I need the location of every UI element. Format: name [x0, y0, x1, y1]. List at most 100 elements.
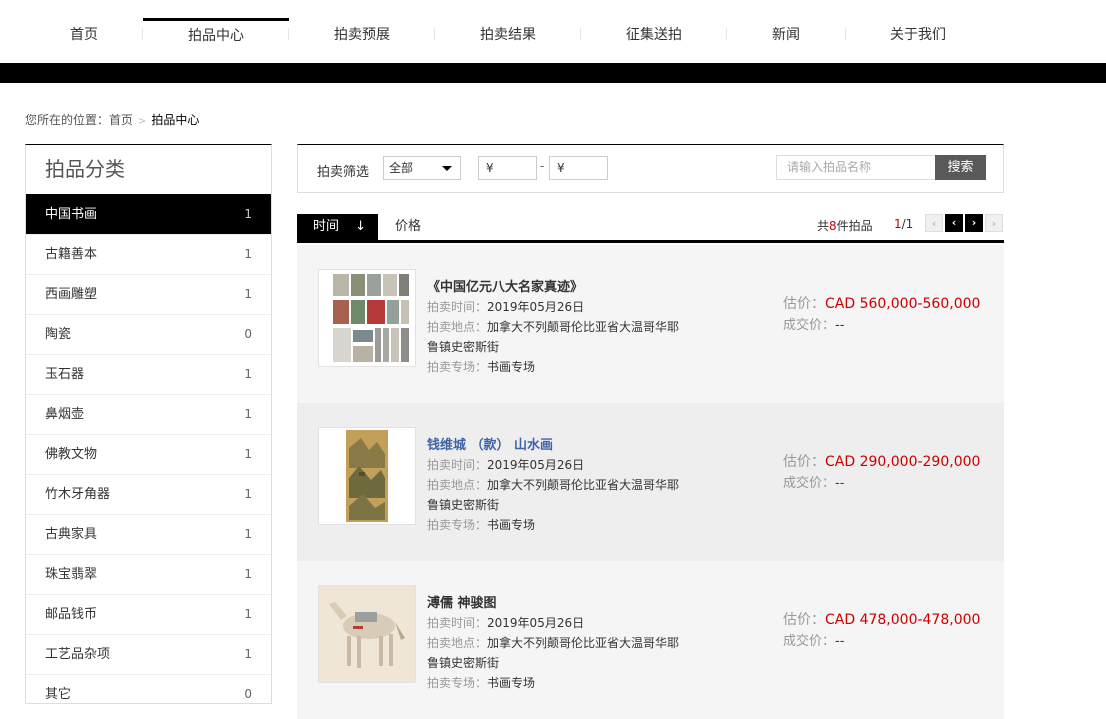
category-item[interactable]: 邮品钱币 1: [26, 594, 271, 634]
filter-bar: 拍卖筛选 全部 ¥ - ¥ 请输入拍品名称 搜索: [297, 144, 1004, 193]
lot-list: 《中国亿元八大名家真迹》 拍卖时间：2019年05月26日 拍卖地点：加拿大不列…: [297, 245, 1004, 719]
breadcrumb: 您所在的位置：首页 > 拍品中心: [25, 111, 199, 128]
category-label: 西画雕塑: [45, 287, 98, 302]
horse-painting-image: [319, 586, 415, 682]
lot-title[interactable]: 钱维城 （款） 山水画: [427, 434, 553, 453]
nav-preview[interactable]: 拍卖预展: [289, 18, 435, 63]
nav-consign[interactable]: 征集送拍: [581, 18, 727, 63]
total-suffix: 件拍品: [836, 219, 873, 233]
category-count: 1: [244, 207, 252, 221]
category-item[interactable]: 玉石器 1: [26, 354, 271, 394]
lot-item: 《中国亿元八大名家真迹》 拍卖时间：2019年05月26日 拍卖地点：加拿大不列…: [297, 245, 1004, 403]
sort-by-price[interactable]: 价格: [395, 214, 421, 240]
lot-session-label: 拍卖专场：: [427, 518, 488, 532]
breadcrumb-current: 拍品中心: [151, 113, 200, 127]
search-button[interactable]: 搜索: [935, 155, 986, 180]
deal-label: 成交价：: [783, 318, 836, 333]
price-max-input[interactable]: ¥: [549, 156, 608, 180]
price-range-dash: -: [540, 159, 545, 173]
nav-lots-center[interactable]: 拍品中心: [143, 18, 289, 66]
sort-time-label: 时间: [313, 219, 340, 234]
lot-thumbnail[interactable]: [318, 427, 416, 525]
lot-thumbnail[interactable]: [318, 585, 416, 683]
sidebar-title: 拍品分类: [45, 157, 125, 181]
estimate-label: 估价：: [783, 612, 825, 628]
category-item[interactable]: 珠宝翡翠 1: [26, 554, 271, 594]
landscape-painting-image: [319, 428, 415, 524]
header-bar: [0, 63, 1106, 83]
category-count: 1: [244, 567, 252, 581]
nav-home[interactable]: 首页: [11, 18, 157, 63]
sort-by-time[interactable]: 时间 ↓: [297, 214, 378, 240]
estimate-label: 估价：: [783, 296, 825, 312]
lot-place-label: 拍卖地点：: [427, 478, 488, 492]
category-label: 古籍善本: [45, 247, 98, 262]
lot-time-value: 2019年05月26日: [487, 300, 585, 314]
lot-title[interactable]: 溥儒 神骏图: [427, 592, 497, 611]
lot-deal-price: 成交价：--: [783, 630, 844, 649]
category-item[interactable]: 中国书画 1: [26, 194, 271, 234]
estimate-value: CAD 560,000-560,000: [825, 296, 981, 312]
lot-title[interactable]: 《中国亿元八大名家真迹》: [427, 276, 583, 295]
category-count: 1: [244, 487, 252, 501]
lot-place-label: 拍卖地点：: [427, 636, 488, 650]
nav-results[interactable]: 拍卖结果: [435, 18, 581, 63]
category-item[interactable]: 西画雕塑 1: [26, 274, 271, 314]
category-sidebar: 拍品分类 中国书画 1 古籍善本 1 西画雕塑 1 陶瓷 0 玉石器 1 鼻烟壶 1 佛教文…: [25, 144, 272, 704]
category-count: 1: [244, 247, 252, 261]
lot-place: 拍卖地点：加拿大不列颠哥伦比亚省大温哥华耶鲁镇史密斯街: [427, 317, 687, 357]
estimate-value: CAD 478,000-478,000: [825, 612, 981, 628]
lot-session-label: 拍卖专场：: [427, 360, 488, 374]
lot-estimate: 估价：CAD 560,000-560,000: [783, 293, 980, 313]
search-input[interactable]: 请输入拍品名称: [776, 155, 936, 180]
category-item[interactable]: 陶瓷 0: [26, 314, 271, 354]
nav-news[interactable]: 新闻: [713, 18, 859, 63]
category-count: 0: [244, 327, 252, 341]
last-page-button[interactable]: ›: [985, 214, 1003, 232]
deal-label: 成交价：: [783, 476, 836, 491]
nav-about[interactable]: 关于我们: [845, 18, 991, 63]
top-nav: 首页 拍品中心 拍卖预展 拍卖结果 征集送拍 新闻 关于我们: [0, 0, 1106, 63]
lot-estimate: 估价：CAD 478,000-478,000: [783, 609, 980, 629]
estimate-label: 估价：: [783, 454, 825, 470]
lot-estimate: 估价：CAD 290,000-290,000: [783, 451, 980, 471]
lot-deal-price: 成交价：--: [783, 314, 844, 333]
lot-place: 拍卖地点：加拿大不列颠哥伦比亚省大温哥华耶鲁镇史密斯街: [427, 633, 687, 673]
category-count: 1: [244, 447, 252, 461]
deal-label: 成交价：: [783, 634, 836, 649]
category-item[interactable]: 竹木牙角器 1: [26, 474, 271, 514]
category-item[interactable]: 古籍善本 1: [26, 234, 271, 274]
total-prefix: 共: [817, 219, 830, 233]
lot-time-label: 拍卖时间：: [427, 616, 488, 630]
category-label: 珠宝翡翠: [45, 567, 98, 582]
category-label: 工艺品杂项: [45, 647, 111, 662]
price-min-input[interactable]: ¥: [478, 156, 537, 180]
deal-value: --: [835, 476, 845, 491]
page-indicator: 1/1: [894, 217, 913, 231]
category-label: 邮品钱币: [45, 607, 98, 622]
first-page-button[interactable]: ‹: [925, 214, 943, 232]
lot-thumbnail[interactable]: [318, 269, 416, 367]
arrow-down-icon: ↓: [355, 219, 366, 234]
lot-time: 拍卖时间：2019年05月26日: [427, 297, 687, 317]
prev-page-button[interactable]: ‹: [945, 214, 963, 232]
category-item[interactable]: 鼻烟壶 1: [26, 394, 271, 434]
deal-value: --: [835, 318, 845, 333]
category-label: 古典家具: [45, 527, 98, 542]
lot-session: 拍卖专场：书画专场: [427, 515, 687, 535]
category-item[interactable]: 佛教文物 1: [26, 434, 271, 474]
total-number: 8: [829, 219, 837, 233]
breadcrumb-home[interactable]: 首页: [109, 113, 133, 127]
page-current: 1: [894, 217, 902, 231]
category-count: 0: [244, 687, 252, 701]
category-item[interactable]: 古典家具 1: [26, 514, 271, 554]
caret-down-icon: [442, 166, 452, 171]
lot-place: 拍卖地点：加拿大不列颠哥伦比亚省大温哥华耶鲁镇史密斯街: [427, 475, 687, 515]
category-count: 1: [244, 367, 252, 381]
category-item[interactable]: 工艺品杂项 1: [26, 634, 271, 674]
category-count: 1: [244, 607, 252, 621]
category-count: 1: [244, 527, 252, 541]
category-item[interactable]: 其它 0: [26, 674, 271, 714]
next-page-button[interactable]: ›: [965, 214, 983, 232]
auction-select[interactable]: 全部: [383, 156, 461, 180]
